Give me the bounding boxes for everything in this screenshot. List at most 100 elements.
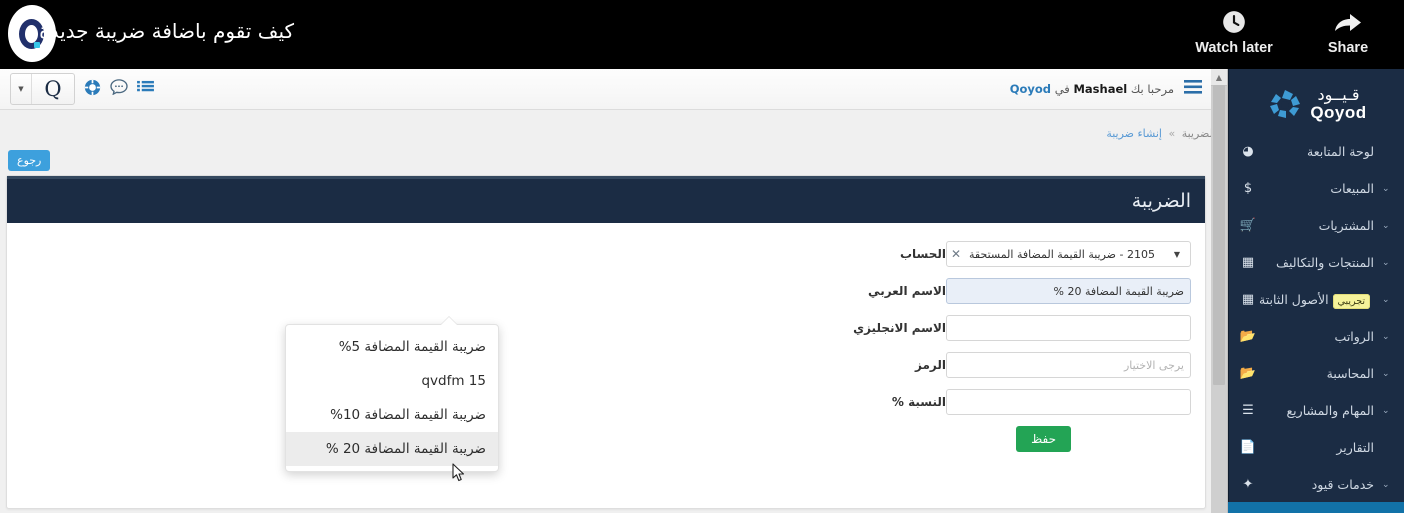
vertical-scrollbar[interactable]: ▲: [1211, 69, 1228, 513]
field-label-0: الحساب: [899, 247, 946, 261]
field-label-1: الاسم العربي: [868, 284, 946, 298]
sidebar-item-8[interactable]: التقارير 📄: [1229, 429, 1404, 466]
brand-label-en: Qoyod: [1310, 103, 1367, 122]
welcome-prefix: مرحبا بك: [1130, 82, 1174, 96]
field-label-4: النسبة %: [891, 395, 946, 409]
chevron-down-icon[interactable]: ⌄: [1382, 480, 1394, 490]
account-select[interactable]: ▼ 2105 - ضريبة القيمة المضافة المستحقة ✕: [946, 241, 1191, 267]
field-label-3: الرمز: [915, 358, 946, 372]
welcome-mid: في: [1054, 82, 1070, 96]
cart-icon: 🛒: [1239, 218, 1257, 233]
autocomplete-option-3[interactable]: ضريبة القيمة المضافة 20 %: [286, 432, 498, 466]
sidebar-item-label: المشتريات: [1318, 218, 1374, 233]
sidebar-item-label: لوحة المتابعة: [1307, 144, 1374, 159]
form-control-wrap: [946, 352, 1191, 378]
watch-later-label: Watch later: [1195, 40, 1273, 56]
sidebar-item-1[interactable]: ⌄ المبيعات $: [1229, 170, 1404, 207]
watch-later-button[interactable]: Watch later: [1190, 6, 1278, 56]
form-row-0: ▼ 2105 - ضريبة القيمة المضافة المستحقة ✕ ال…: [21, 241, 1191, 267]
sidebar-brand[interactable]: قـيــود Qoyod: [1229, 69, 1404, 133]
scrollbar-thumb[interactable]: [1213, 85, 1225, 385]
tax-form: ▼ 2105 - ضريبة القيمة المضافة المستحقة ✕ ال…: [21, 241, 1191, 415]
sidebar-item-label: تجريبي الأصول الثابتة: [1259, 292, 1382, 309]
sidebar-item-label: المنتجات والتكاليف: [1276, 255, 1374, 270]
autocomplete-option-2[interactable]: ضريبة القيمة المضافة 10%: [286, 398, 498, 432]
q-logo-button-group[interactable]: ▼ Q: [10, 73, 75, 105]
sidebar-item-label: المحاسبة: [1326, 366, 1374, 381]
share-button[interactable]: Share: [1304, 6, 1392, 56]
sidebar-item-9[interactable]: ⌄ خدمات قيود ✦: [1229, 466, 1404, 503]
sidebar-item-label: خدمات قيود: [1311, 477, 1374, 492]
qoyod-pinwheel-logo-icon: [1266, 87, 1304, 121]
back-button[interactable]: رجوع: [8, 150, 51, 171]
document-icon: 📄: [1239, 440, 1257, 455]
account-select-value: 2105 - ضريبة القيمة المضافة المستحقة: [969, 247, 1155, 261]
field-label-2: الاسم الانجليزي: [853, 321, 946, 335]
life-ring-icon[interactable]: [84, 79, 101, 100]
chevron-down-icon[interactable]: ⌄: [1382, 184, 1394, 194]
sidebar-item-7[interactable]: ⌄ المهام والمشاريع ☰: [1229, 392, 1404, 429]
chevron-down-icon[interactable]: ⌄: [1382, 295, 1394, 305]
share-label: Share: [1327, 40, 1369, 56]
list-lines-icon[interactable]: [137, 80, 154, 99]
breadcrumb-current[interactable]: إنشاء ضريبة: [1106, 127, 1162, 140]
qoyod-application: قـيــود Qoyod لوحة المتابعة ◕ ⌄ المبيعات…: [0, 69, 1404, 513]
sidebar: قـيــود Qoyod لوحة المتابعة ◕ ⌄ المبيعات…: [1228, 69, 1404, 513]
form-row-1: الاسم العربي: [21, 278, 1191, 304]
chat-bubble-icon[interactable]: [110, 79, 128, 99]
chevron-down-icon[interactable]: ⌄: [1382, 406, 1394, 416]
welcome-message: مرحبا بك Mashael في Qoyod: [1010, 82, 1174, 96]
chevron-down-icon[interactable]: ⌄: [1382, 221, 1394, 231]
welcome-brand[interactable]: Qoyod: [1010, 82, 1051, 96]
autocomplete-option-list: ضريبة القيمة المضافة 5% qvdfm 15 ضريبة الق…: [286, 330, 498, 466]
chevron-down-icon[interactable]: ⌄: [1382, 332, 1394, 342]
sidebar-item-text: الأصول الثابتة: [1259, 292, 1329, 307]
form-row-3: الرمز: [21, 352, 1191, 378]
services-icon: ✦: [1242, 477, 1254, 492]
trial-badge: تجريبي: [1332, 294, 1370, 309]
form-control-wrap: [946, 389, 1191, 415]
chevron-down-icon[interactable]: ⌄: [1382, 258, 1394, 268]
close-x-icon[interactable]: ✕: [947, 247, 965, 261]
topbar-left-tools: ▼ Q: [10, 73, 154, 105]
breadcrumb-separator: »: [1168, 127, 1176, 140]
form-row-4: النسبة %: [21, 389, 1191, 415]
sidebar-item-4[interactable]: ⌄ تجريبي الأصول الثابتة ▦: [1229, 281, 1404, 318]
field-input-1[interactable]: [946, 278, 1191, 304]
sidebar-item-6[interactable]: ⌄ المحاسبة 📂: [1229, 355, 1404, 392]
folder-icon: 📂: [1239, 366, 1257, 381]
sidebar-item-5[interactable]: ⌄ الرواتب 📂: [1229, 318, 1404, 355]
scroll-up-arrow[interactable]: ▲: [1211, 69, 1227, 86]
welcome-user: Mashael: [1073, 82, 1128, 96]
autocomplete-option-0[interactable]: ضريبة القيمة المضافة 5%: [286, 330, 498, 364]
tax-form-panel: الضريبة ▼ 2105 - ضريبة القيمة المضافة الم…: [6, 175, 1206, 509]
sidebar-inner: قـيــود Qoyod لوحة المتابعة ◕ ⌄ المبيعات…: [1228, 69, 1404, 502]
mouse-cursor-icon: [452, 463, 466, 483]
grid-icon: ▦: [1241, 255, 1255, 270]
page-title: الضريبة: [1131, 190, 1191, 212]
sidebar-bottom-strip: [1228, 502, 1404, 513]
autocomplete-option-1[interactable]: qvdfm 15: [286, 364, 498, 398]
content-area: ▲ ▼ Q مرحبا بك Mashael في Qoyod الضريبة …: [0, 69, 1228, 513]
chevron-down-icon[interactable]: ⌄: [1382, 369, 1394, 379]
list-icon: ☰: [1242, 403, 1254, 418]
form-control-wrap: [946, 278, 1191, 304]
field-input-4[interactable]: [946, 389, 1191, 415]
sidebar-item-2[interactable]: ⌄ المشتريات 🛒: [1229, 207, 1404, 244]
hamburger-menu-icon[interactable]: [1184, 80, 1202, 98]
chevron-down-icon[interactable]: ▼: [11, 74, 32, 104]
panel-header: الضريبة: [7, 176, 1205, 223]
save-button[interactable]: حفظ: [1016, 426, 1071, 452]
sidebar-item-3[interactable]: ⌄ المنتجات والتكاليف ▦: [1229, 244, 1404, 281]
sidebar-item-0[interactable]: لوحة المتابعة ◕: [1229, 133, 1404, 170]
field-input-3[interactable]: [946, 352, 1191, 378]
q-logo-icon[interactable]: Q: [32, 74, 74, 104]
video-title: كيف تقوم باضافة ضريبة جديدة: [39, 19, 294, 43]
autocomplete-dropdown[interactable]: ضريبة القيمة المضافة 5% qvdfm 15 ضريبة الق…: [285, 317, 499, 482]
grid-icon: ▦: [1241, 292, 1255, 307]
form-control-wrap: ▼ 2105 - ضريبة القيمة المضافة المستحقة ✕: [946, 241, 1191, 267]
field-input-2[interactable]: [946, 315, 1191, 341]
chevron-down-icon[interactable]: ▼: [1164, 250, 1190, 259]
folder-icon: 📂: [1239, 329, 1257, 344]
sidebar-item-label: المهام والمشاريع: [1286, 403, 1374, 418]
